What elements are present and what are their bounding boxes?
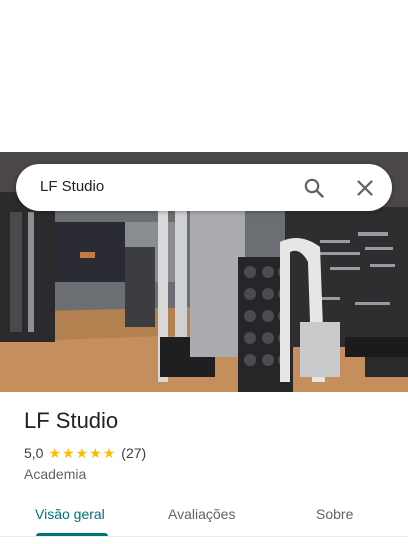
- active-tab-indicator: [36, 533, 108, 536]
- search-icon[interactable]: [302, 176, 326, 200]
- review-count[interactable]: (27): [121, 445, 146, 461]
- rating-stars: ★ ★ ★ ★ ★: [48, 446, 116, 460]
- star-icon: ★: [102, 445, 116, 461]
- place-title: LF Studio: [24, 408, 119, 433]
- map-blank-area: [0, 0, 408, 152]
- close-icon[interactable]: [353, 176, 377, 200]
- star-icon: ★: [89, 445, 102, 461]
- tab-reviews[interactable]: Avaliações: [168, 506, 235, 522]
- search-bar[interactable]: LF Studio: [16, 164, 392, 211]
- tab-about[interactable]: Sobre: [316, 506, 353, 522]
- tab-overview[interactable]: Visão geral: [35, 506, 105, 522]
- search-input[interactable]: LF Studio: [40, 178, 104, 195]
- star-icon: ★: [75, 445, 89, 461]
- place-category: Academia: [24, 466, 87, 482]
- star-icon: ★: [62, 445, 75, 461]
- star-icon: ★: [48, 445, 62, 461]
- rating-row[interactable]: 5,0 ★ ★ ★ ★ ★ (27): [24, 444, 146, 462]
- rating-value: 5,0: [24, 445, 44, 461]
- place-tabs: Visão geral Avaliações Sobre: [0, 496, 408, 537]
